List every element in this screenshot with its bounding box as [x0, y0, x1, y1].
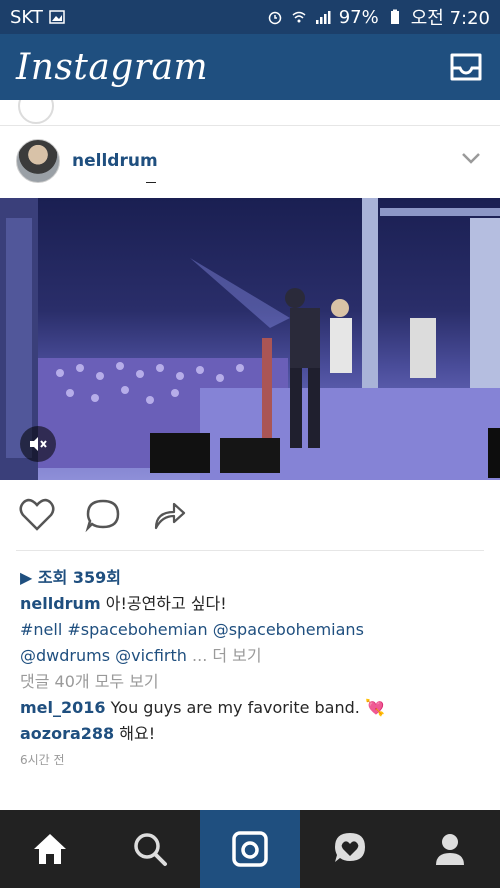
activity-icon — [335, 833, 365, 862]
heart-icon[interactable] — [18, 496, 56, 534]
comment-text: You guys are my favorite band. 💘 — [110, 698, 385, 717]
carrier-label: SKT — [10, 6, 43, 28]
alarm-icon — [268, 11, 281, 25]
post-actions — [0, 480, 500, 550]
wifi-icon — [292, 11, 306, 23]
see-more-link[interactable]: ... 더 보기 — [192, 646, 262, 665]
hashtag[interactable]: #spacebohemian — [67, 620, 207, 639]
instagram-logo: Instagram — [16, 46, 209, 88]
mention[interactable]: @dwdrums — [20, 646, 110, 665]
comment: aozora288 해요! — [20, 721, 480, 747]
share-icon[interactable] — [150, 496, 188, 534]
comment-icon[interactable] — [84, 496, 122, 534]
comment-text: 해요! — [119, 724, 156, 743]
chevron-down-icon[interactable] — [460, 150, 482, 166]
camera-icon — [232, 831, 268, 867]
nav-home[interactable] — [0, 810, 100, 888]
battery-percent: 97% — [338, 6, 379, 28]
battery-icon — [390, 9, 399, 24]
comment-username[interactable]: aozora288 — [20, 724, 114, 743]
mention[interactable]: @spacebohemians — [213, 620, 364, 639]
post-meta: ▶ 조회 359회 nelldrum 아!공연하고 싶다! #nell #spa… — [0, 565, 500, 773]
mention[interactable]: @vicfirth — [115, 646, 187, 665]
divider — [16, 550, 484, 551]
clock: 오전 7:20 — [410, 8, 490, 29]
previous-post-edge — [0, 100, 500, 126]
view-all-comments[interactable]: 댓글 40개 모두 보기 — [20, 669, 480, 695]
avatar[interactable] — [16, 139, 60, 183]
post-timestamp: 6시간 전 — [20, 753, 65, 767]
caption-username[interactable]: nelldrum — [20, 594, 101, 613]
search-icon — [134, 833, 167, 866]
nav-activity[interactable] — [300, 810, 400, 888]
bottom-nav — [0, 810, 500, 888]
hashtag[interactable]: #nell — [20, 620, 62, 639]
mute-toggle[interactable] — [20, 426, 56, 462]
caption: nelldrum 아!공연하고 싶다! — [20, 591, 480, 617]
comment-username[interactable]: mel_2016 — [20, 698, 106, 717]
cursor-mark — [146, 182, 156, 183]
post-video[interactable] — [0, 198, 500, 480]
image-notification-icon — [49, 10, 65, 24]
comment: mel_2016 You guys are my favorite band. … — [20, 695, 480, 721]
inbox-icon[interactable] — [448, 51, 484, 83]
feed[interactable]: nelldrum ▶ 조회 359회 nelldrum 아!공연하고 싶다! #… — [0, 100, 500, 810]
nav-camera[interactable] — [200, 810, 300, 888]
home-icon — [34, 834, 66, 864]
app-header: Instagram — [0, 34, 500, 100]
hashtags-line-1: #nell #spacebohemian @spacebohemians — [20, 617, 480, 643]
view-count[interactable]: ▶ 조회 359회 — [20, 565, 480, 591]
hashtags-line-2: @dwdrums @vicfirth ... 더 보기 — [20, 643, 480, 669]
speaker-muted-icon — [30, 437, 47, 451]
profile-icon — [436, 834, 464, 865]
post-header: nelldrum — [0, 126, 500, 196]
signal-icon — [315, 11, 331, 24]
nav-profile[interactable] — [400, 810, 500, 888]
post-username[interactable]: nelldrum — [72, 151, 158, 171]
nav-search[interactable] — [100, 810, 200, 888]
status-bar: SKT 97% 오전 7:20 — [0, 0, 500, 34]
concert-video-frame — [0, 198, 500, 480]
caption-text: 아!공연하고 싶다! — [105, 594, 227, 613]
